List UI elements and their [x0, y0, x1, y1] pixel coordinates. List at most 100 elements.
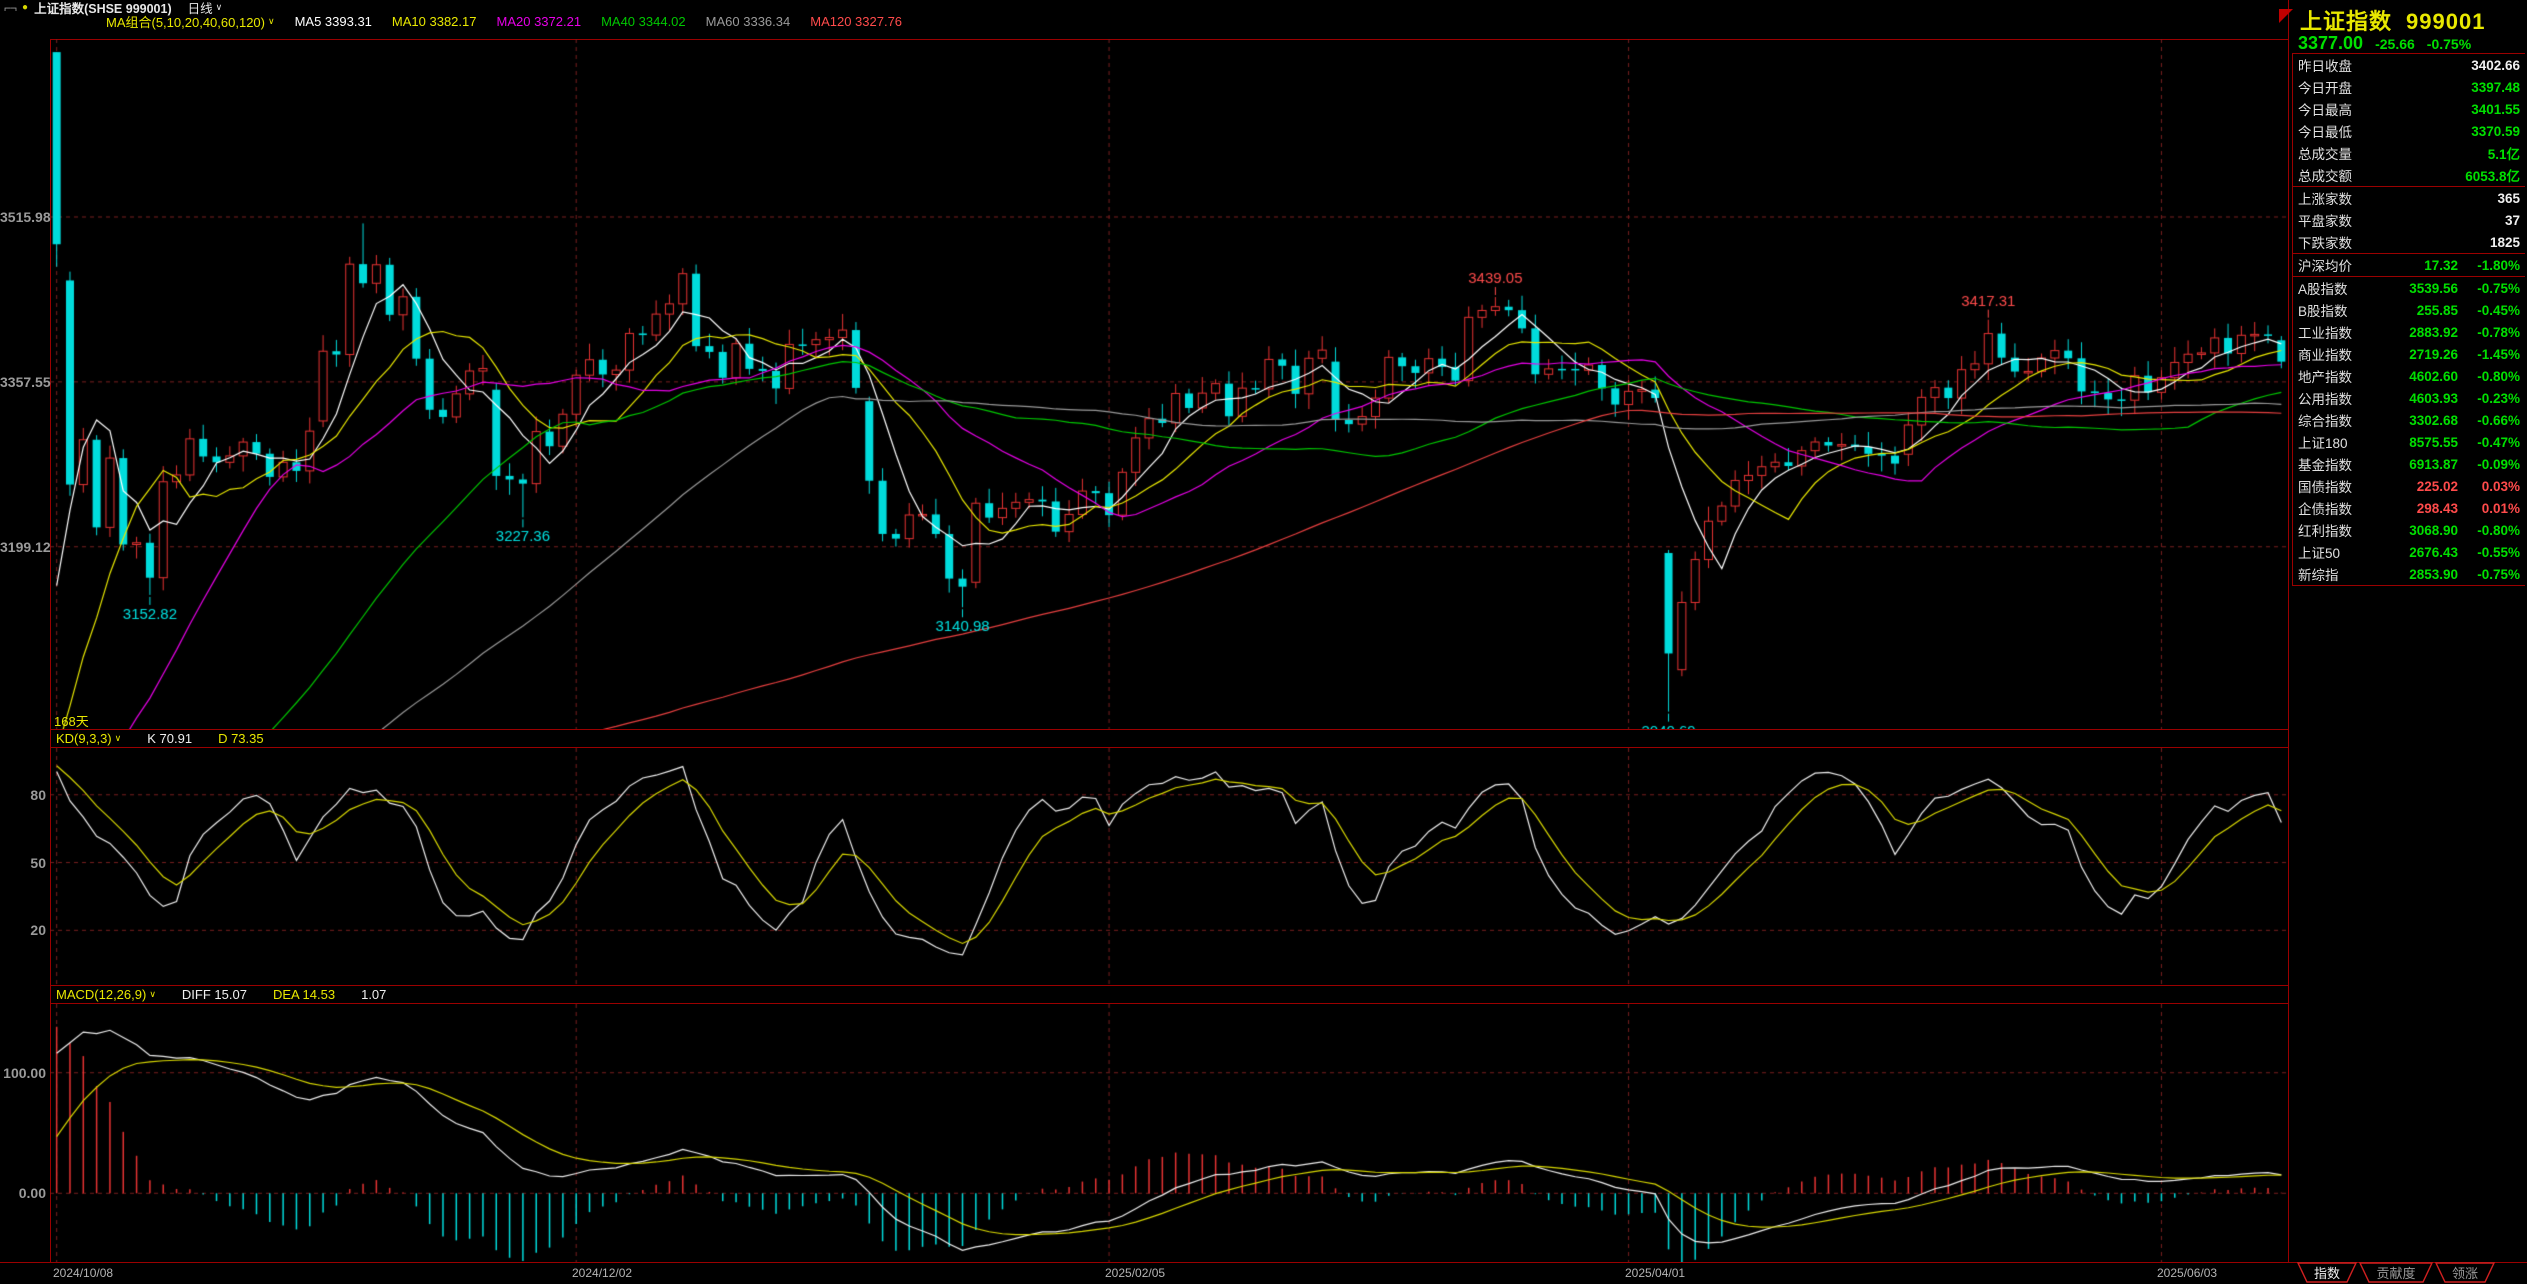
quote-row[interactable]: 商业指数2719.26-1.45% [2293, 343, 2525, 365]
ma-group-selector[interactable]: MA组合(5,10,20,40,60,120) ∨ [106, 12, 275, 31]
quote-row: 今日开盘3397.48 [2293, 76, 2525, 98]
quote-row-value: 3539.56 [2386, 281, 2458, 296]
macd-indicator-chart[interactable] [50, 1004, 2288, 1262]
tab-label[interactable]: 指数 [2314, 1266, 2340, 1281]
quote-row[interactable]: 基金指数6913.87-0.09% [2293, 453, 2525, 475]
price-change-pct: -0.75% [2427, 36, 2471, 52]
tab-label[interactable]: 贡献度 [2376, 1266, 2415, 1281]
quote-row-pct: -0.47% [2458, 435, 2520, 450]
ma-value-ma40: MA40 3344.02 [601, 14, 686, 29]
quote-row-label: 今日最高 [2298, 99, 2352, 119]
tab-label[interactable]: 领涨 [2452, 1266, 2478, 1281]
quote-row-value: 6913.87 [2386, 457, 2458, 472]
quote-instrument-code: 999001 [2406, 9, 2485, 34]
quote-row: 沪深均价17.32-1.80% [2293, 254, 2525, 276]
date-tick: 2025/06/03 [2157, 1266, 2217, 1280]
quote-row[interactable]: B股指数 255.85-0.45% [2293, 299, 2525, 321]
ma-value-ma60: MA60 3336.34 [706, 14, 791, 29]
quote-row-label: 昨日收盘 [2298, 55, 2352, 75]
macd-y-tick: 100.00 [0, 1065, 46, 1081]
quote-row-pct: -0.75% [2458, 567, 2520, 582]
quote-row-label: 地产指数 [2298, 366, 2352, 386]
quote-row-pct: -0.09% [2458, 457, 2520, 472]
quote-row-label: 总成交量 [2298, 143, 2352, 163]
quote-row[interactable]: 公用指数 4603.93-0.23% [2293, 387, 2525, 409]
quote-row[interactable]: A股指数3539.56-0.75% [2293, 277, 2525, 299]
kd-k-value: K 70.91 [147, 731, 192, 746]
quote-row[interactable]: 红利指数 3068.90-0.80% [2293, 519, 2525, 541]
quote-row[interactable]: 上证180 8575.55-0.47% [2293, 431, 2525, 453]
quote-row-label: 国债指数 [2298, 476, 2352, 496]
ma-value-ma5: MA5 3393.31 [295, 14, 372, 29]
quote-row-pct: 0.01% [2458, 501, 2520, 516]
kd-indicator-chart[interactable] [50, 748, 2288, 985]
quote-row-pct: -0.80% [2458, 523, 2520, 538]
quote-row-value: 3068.90 [2386, 523, 2458, 538]
quote-row-value: 2883.92 [2386, 325, 2458, 340]
quote-row[interactable]: 新综指2853.90-0.75% [2293, 563, 2525, 585]
quote-row-value: 17.32 [2386, 258, 2458, 273]
macd-title: MACD(12,26,9) [56, 987, 146, 1002]
quote-row-value: 4602.60 [2386, 369, 2458, 384]
macd-bar-value: 1.07 [361, 987, 386, 1002]
quote-row[interactable]: 工业指数2883.92-0.78% [2293, 321, 2525, 343]
quote-row-value: 255.85 [2386, 303, 2458, 318]
quote-row-label: A股指数 [2298, 278, 2348, 298]
quote-row: 总成交额6053.8亿 [2293, 164, 2525, 186]
quote-row[interactable]: 企债指数298.430.01% [2293, 497, 2525, 519]
quote-row-value: 2676.43 [2386, 545, 2458, 560]
quote-row-label: 综合指数 [2298, 410, 2352, 430]
last-price: 3377.00 [2298, 33, 2363, 54]
quote-row-value: 2719.26 [2386, 347, 2458, 362]
quote-row-pct: -0.66% [2458, 413, 2520, 428]
quote-panel: 上证指数999001 3377.00 -25.66 -0.75% 昨日收盘340… [2292, 0, 2526, 1284]
quote-row-value: 5.1亿 [2488, 143, 2520, 163]
quote-row: 今日最低3370.59 [2293, 120, 2525, 142]
price-change: -25.66 [2375, 36, 2415, 52]
chevron-down-icon: ∨ [149, 989, 156, 1000]
quote-row-value: 4603.93 [2386, 391, 2458, 406]
quote-row[interactable]: 上证502676.43-0.55% [2293, 541, 2525, 563]
bottom-axis-line [0, 1262, 2527, 1263]
quote-row: 平盘家数 37 [2293, 209, 2525, 231]
kd-y-tick: 20 [0, 922, 46, 938]
chart-right-border [2288, 0, 2289, 1262]
quote-row-value: 2853.90 [2386, 567, 2458, 582]
quote-row-pct: -1.80% [2458, 258, 2520, 273]
quote-row-value: 3370.59 [2471, 124, 2520, 139]
chevron-down-icon: ∨ [268, 16, 275, 27]
quote-row-pct: -0.45% [2458, 303, 2520, 318]
quote-row-value: 3397.48 [2471, 80, 2520, 95]
ma-value-ma10: MA10 3382.17 [392, 14, 477, 29]
quote-row-label: B股指数 [2298, 300, 2348, 320]
main-kd-divider [50, 729, 2288, 730]
quote-row-label: 上证50 [2298, 542, 2340, 562]
quote-row-label: 公用指数 [2298, 388, 2352, 408]
quote-row-pct: 0.03% [2458, 479, 2520, 494]
quote-row[interactable]: 综合指数3302.68-0.66% [2293, 409, 2525, 431]
kd-y-tick: 50 [0, 855, 46, 871]
quote-price-row: 3377.00 -25.66 -0.75% [2298, 33, 2471, 54]
macd-indicator-selector[interactable]: MACD(12,26,9) ∨ [56, 987, 156, 1002]
quote-row-label: 上涨家数 [2298, 188, 2352, 208]
quote-row: 昨日收盘3402.66 [2293, 54, 2525, 76]
quote-row: 总成交量 5.1亿 [2293, 142, 2525, 164]
quote-row[interactable]: 地产指数4602.60-0.80% [2293, 365, 2525, 387]
quote-row-value: 37 [2505, 213, 2520, 228]
quote-row-label: 上证180 [2298, 432, 2348, 452]
quote-row[interactable]: 国债指数225.020.03% [2293, 475, 2525, 497]
kd-d-value: D 73.35 [218, 731, 264, 746]
ma-value-ma20: MA20 3372.21 [497, 14, 582, 29]
macd-panel-header: MACD(12,26,9) ∨ DIFF 15.07 DEA 14.53 1.0… [56, 986, 386, 1002]
quote-row-label: 平盘家数 [2298, 210, 2352, 230]
quote-row-label: 红利指数 [2298, 520, 2352, 540]
quote-title: 上证指数999001 [2300, 4, 2485, 36]
main-candlestick-chart[interactable] [50, 39, 2288, 729]
kd-panel-header: KD(9,3,3) ∨ K 70.91 D 73.35 [56, 730, 264, 746]
quote-row-pct: -0.23% [2458, 391, 2520, 406]
quote-row-label: 总成交额 [2298, 165, 2352, 185]
quote-row-value: 8575.55 [2386, 435, 2458, 450]
app-icon[interactable]: ⌐¬ [4, 1, 16, 15]
date-tick: 2024/10/08 [53, 1266, 113, 1280]
kd-indicator-selector[interactable]: KD(9,3,3) ∨ [56, 731, 121, 746]
